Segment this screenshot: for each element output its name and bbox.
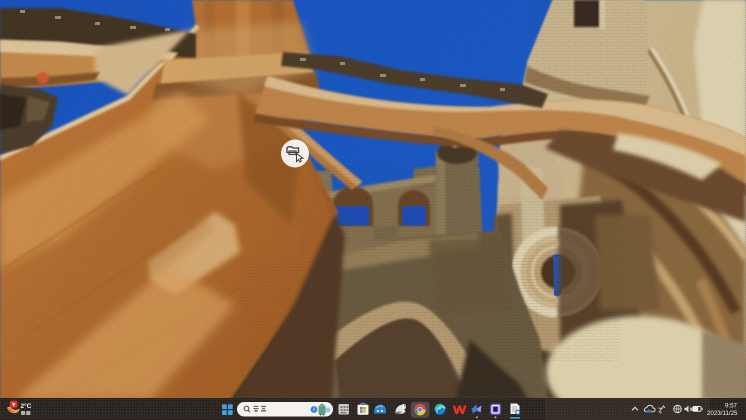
svg-text:2023/11/25: 2023/11/25	[707, 410, 738, 417]
svg-text:2°C: 2°C	[21, 402, 32, 410]
svg-text:9:57: 9:57	[725, 403, 738, 410]
